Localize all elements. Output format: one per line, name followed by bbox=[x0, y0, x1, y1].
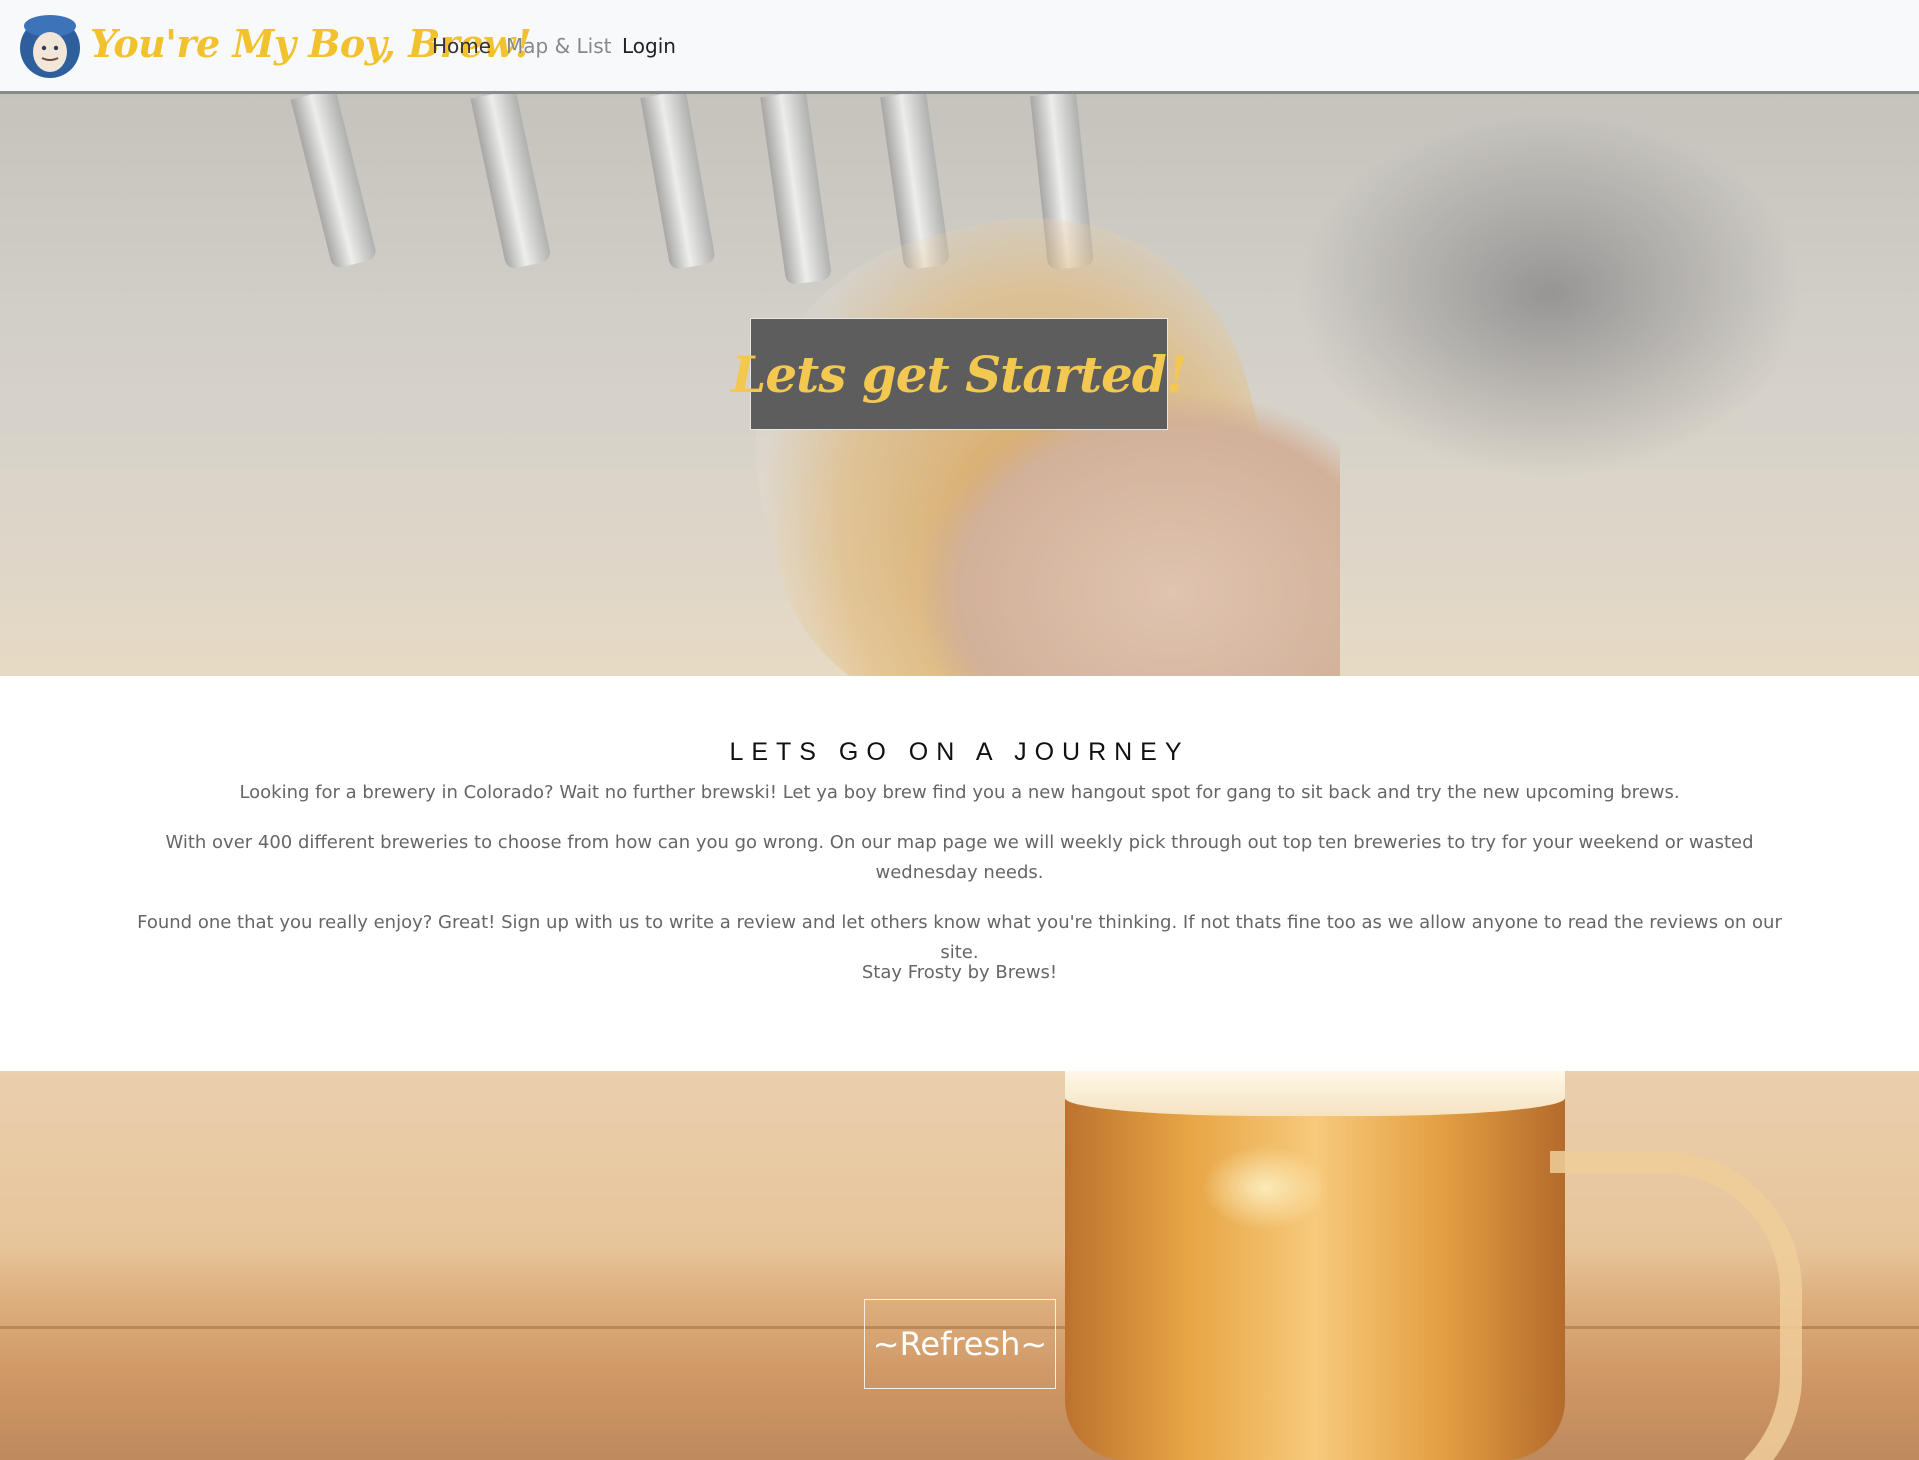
about-heading: LETS GO ON A JOURNEY bbox=[729, 738, 1190, 766]
nav-home-link[interactable]: Home bbox=[432, 34, 491, 58]
hero-top-section: Lets get Started! bbox=[0, 94, 1919, 676]
hero-title-box: Lets get Started! bbox=[731, 318, 1188, 430]
nav-login-link[interactable]: Login bbox=[622, 34, 676, 58]
hero-bottom-section: ~Refresh~ bbox=[0, 1071, 1919, 1460]
hero-title: Lets get Started! bbox=[731, 344, 1188, 404]
about-paragraph: With over 400 different breweries to cho… bbox=[165, 832, 1754, 883]
refresh-title: ~Refresh~ bbox=[872, 1325, 1048, 1363]
hero-overlay bbox=[0, 1071, 1919, 1460]
about-paragraph: Looking for a brewery in Colorado? Wait … bbox=[239, 782, 1680, 803]
navbar: You're My Boy, Brew! Home Map & List Log… bbox=[0, 0, 1919, 94]
nav-map-list-link[interactable]: Map & List bbox=[506, 34, 611, 58]
refresh-box: ~Refresh~ bbox=[864, 1299, 1056, 1389]
about-signoff: Stay Frosty by Brews! bbox=[861, 962, 1058, 983]
about-section: LETS GO ON A JOURNEY Looking for a brewe… bbox=[0, 676, 1919, 1071]
logo-image[interactable] bbox=[18, 12, 82, 82]
